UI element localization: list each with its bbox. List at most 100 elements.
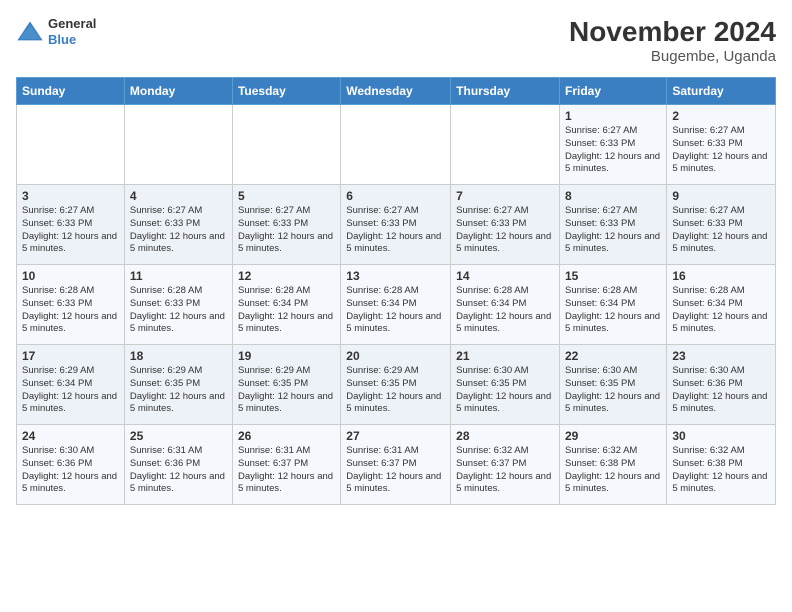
day-info: Sunrise: 6:30 AM Sunset: 6:35 PM Dayligh… [456, 365, 554, 416]
header-cell-wednesday: Wednesday [341, 78, 451, 105]
day-info: Sunrise: 6:27 AM Sunset: 6:33 PM Dayligh… [456, 205, 554, 256]
calendar-cell: 17 Sunrise: 6:29 AM Sunset: 6:34 PM Dayli… [17, 345, 125, 425]
day-number: 6 [346, 189, 445, 203]
day-info: Sunrise: 6:28 AM Sunset: 6:34 PM Dayligh… [238, 285, 335, 336]
day-info: Sunrise: 6:29 AM Sunset: 6:35 PM Dayligh… [130, 365, 227, 416]
calendar-cell: 28Sunrise: 6:32 AM Sunset: 6:37 PM Dayli… [451, 425, 560, 505]
day-info: Sunrise: 6:30 AM Sunset: 6:36 PM Dayligh… [672, 365, 770, 416]
day-number: 20 [346, 349, 445, 363]
day-info: Sunrise: 6:27 AM Sunset: 6:33 PM Dayligh… [565, 205, 661, 256]
calendar-week-2: 10 Sunrise: 6:28 AM Sunset: 6:33 PM Dayli… [17, 265, 776, 345]
day-info: Sunrise: 6:32 AM Sunset: 6:38 PM Dayligh… [565, 445, 661, 496]
day-number: 16 [672, 269, 770, 283]
calendar-week-1: 3 Sunrise: 6:27 AM Sunset: 6:33 PM Daylig… [17, 185, 776, 265]
calendar-cell: 4Sunrise: 6:27 AM Sunset: 6:33 PM Daylig… [124, 185, 232, 265]
calendar-cell [341, 105, 451, 185]
calendar-table: SundayMondayTuesdayWednesdayThursdayFrid… [16, 77, 776, 505]
calendar-cell: 15Sunrise: 6:28 AM Sunset: 6:34 PM Dayli… [560, 265, 667, 345]
header-cell-sunday: Sunday [17, 78, 125, 105]
day-number: 5 [238, 189, 335, 203]
day-number: 27 [346, 429, 445, 443]
calendar-cell: 14 Sunrise: 6:28 AM Sunset: 6:34 PM Dayli… [451, 265, 560, 345]
header-row: SundayMondayTuesdayWednesdayThursdayFrid… [17, 78, 776, 105]
calendar-cell [451, 105, 560, 185]
day-info: Sunrise: 6:27 AM Sunset: 6:33 PM Dayligh… [22, 205, 119, 256]
calendar-cell [232, 105, 340, 185]
calendar-week-3: 17 Sunrise: 6:29 AM Sunset: 6:34 PM Dayli… [17, 345, 776, 425]
calendar-cell: 25Sunrise: 6:31 AM Sunset: 6:36 PM Dayli… [124, 425, 232, 505]
day-number: 23 [672, 349, 770, 363]
calendar-title: November 2024 [569, 16, 776, 48]
day-info: Sunrise: 6:27 AM Sunset: 6:33 PM Dayligh… [130, 205, 227, 256]
day-number: 28 [456, 429, 554, 443]
day-info: Sunrise: 6:29 AM Sunset: 6:34 PM Dayligh… [22, 365, 119, 416]
day-number: 7 [456, 189, 554, 203]
day-number: 26 [238, 429, 335, 443]
day-number: 2 [672, 109, 770, 123]
day-info: Sunrise: 6:28 AM Sunset: 6:34 PM Dayligh… [456, 285, 554, 336]
day-info: Sunrise: 6:28 AM Sunset: 6:34 PM Dayligh… [565, 285, 661, 336]
day-number: 13 [346, 269, 445, 283]
calendar-cell: 23 Sunrise: 6:30 AM Sunset: 6:36 PM Dayli… [667, 345, 776, 425]
day-info: Sunrise: 6:27 AM Sunset: 6:33 PM Dayligh… [565, 125, 661, 176]
header-cell-saturday: Saturday [667, 78, 776, 105]
day-number: 29 [565, 429, 661, 443]
day-info: Sunrise: 6:28 AM Sunset: 6:33 PM Dayligh… [22, 285, 119, 336]
calendar-cell: 10 Sunrise: 6:28 AM Sunset: 6:33 PM Dayli… [17, 265, 125, 345]
day-number: 24 [22, 429, 119, 443]
calendar-cell: 12 Sunrise: 6:28 AM Sunset: 6:34 PM Dayli… [232, 265, 340, 345]
day-info: Sunrise: 6:27 AM Sunset: 6:33 PM Dayligh… [672, 125, 770, 176]
day-info: Sunrise: 6:31 AM Sunset: 6:37 PM Dayligh… [238, 445, 335, 496]
calendar-subtitle: Bugembe, Uganda [569, 48, 776, 65]
day-number: 18 [130, 349, 227, 363]
calendar-cell: 5Sunrise: 6:27 AM Sunset: 6:33 PM Daylig… [232, 185, 340, 265]
logo-general: General [48, 16, 96, 32]
calendar-cell [17, 105, 125, 185]
calendar-header: SundayMondayTuesdayWednesdayThursdayFrid… [17, 78, 776, 105]
logo-blue: Blue [48, 32, 96, 48]
day-info: Sunrise: 6:27 AM Sunset: 6:33 PM Dayligh… [346, 205, 445, 256]
header-cell-monday: Monday [124, 78, 232, 105]
day-number: 17 [22, 349, 119, 363]
calendar-cell: 27 Sunrise: 6:31 AM Sunset: 6:37 PM Dayli… [341, 425, 451, 505]
calendar-cell: 30Sunrise: 6:32 AM Sunset: 6:38 PM Dayli… [667, 425, 776, 505]
calendar-cell: 18 Sunrise: 6:29 AM Sunset: 6:35 PM Dayli… [124, 345, 232, 425]
day-info: Sunrise: 6:28 AM Sunset: 6:33 PM Dayligh… [130, 285, 227, 336]
day-number: 21 [456, 349, 554, 363]
day-number: 19 [238, 349, 335, 363]
day-number: 3 [22, 189, 119, 203]
logo: General Blue [16, 16, 96, 47]
calendar-cell: 19Sunrise: 6:29 AM Sunset: 6:35 PM Dayli… [232, 345, 340, 425]
calendar-week-4: 24Sunrise: 6:30 AM Sunset: 6:36 PM Dayli… [17, 425, 776, 505]
day-number: 1 [565, 109, 661, 123]
title-block: November 2024 Bugembe, Uganda [569, 16, 776, 65]
calendar-cell: 3 Sunrise: 6:27 AM Sunset: 6:33 PM Daylig… [17, 185, 125, 265]
day-info: Sunrise: 6:30 AM Sunset: 6:35 PM Dayligh… [565, 365, 661, 416]
calendar-cell: 8 Sunrise: 6:27 AM Sunset: 6:33 PM Daylig… [560, 185, 667, 265]
calendar-cell: 26 Sunrise: 6:31 AM Sunset: 6:37 PM Dayli… [232, 425, 340, 505]
calendar-cell: 20Sunrise: 6:29 AM Sunset: 6:35 PM Dayli… [341, 345, 451, 425]
day-info: Sunrise: 6:31 AM Sunset: 6:36 PM Dayligh… [130, 445, 227, 496]
calendar-cell: 11Sunrise: 6:28 AM Sunset: 6:33 PM Dayli… [124, 265, 232, 345]
day-number: 8 [565, 189, 661, 203]
day-number: 9 [672, 189, 770, 203]
day-info: Sunrise: 6:28 AM Sunset: 6:34 PM Dayligh… [672, 285, 770, 336]
calendar-cell: 21 Sunrise: 6:30 AM Sunset: 6:35 PM Dayli… [451, 345, 560, 425]
header-cell-tuesday: Tuesday [232, 78, 340, 105]
calendar-week-0: 1 Sunrise: 6:27 AM Sunset: 6:33 PM Daylig… [17, 105, 776, 185]
calendar-cell [124, 105, 232, 185]
day-number: 14 [456, 269, 554, 283]
day-number: 10 [22, 269, 119, 283]
calendar-cell: 29 Sunrise: 6:32 AM Sunset: 6:38 PM Dayli… [560, 425, 667, 505]
calendar-cell: 2 Sunrise: 6:27 AM Sunset: 6:33 PM Daylig… [667, 105, 776, 185]
calendar-cell: 13 Sunrise: 6:28 AM Sunset: 6:34 PM Dayli… [341, 265, 451, 345]
day-number: 12 [238, 269, 335, 283]
day-info: Sunrise: 6:28 AM Sunset: 6:34 PM Dayligh… [346, 285, 445, 336]
logo-text: General Blue [48, 16, 96, 47]
calendar-cell: 22Sunrise: 6:30 AM Sunset: 6:35 PM Dayli… [560, 345, 667, 425]
header-cell-thursday: Thursday [451, 78, 560, 105]
calendar-cell: 9Sunrise: 6:27 AM Sunset: 6:33 PM Daylig… [667, 185, 776, 265]
header-cell-friday: Friday [560, 78, 667, 105]
day-info: Sunrise: 6:32 AM Sunset: 6:38 PM Dayligh… [672, 445, 770, 496]
day-info: Sunrise: 6:31 AM Sunset: 6:37 PM Dayligh… [346, 445, 445, 496]
